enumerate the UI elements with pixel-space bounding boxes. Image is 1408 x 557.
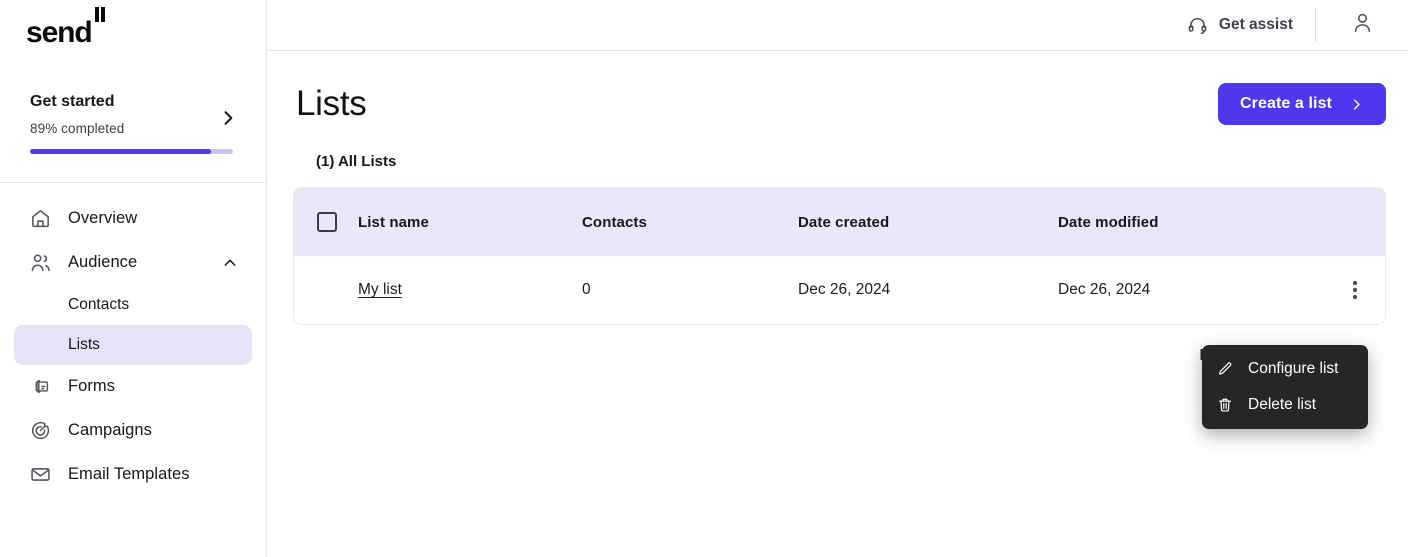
pencil-icon (1215, 360, 1234, 379)
column-header-contacts[interactable]: Contacts (582, 214, 798, 231)
row-actions-cell (1325, 277, 1385, 303)
select-all-cell (294, 212, 358, 232)
sidebar-item-email-templates[interactable]: Email Templates (14, 453, 252, 497)
page-header: Lists Create a list (293, 51, 1386, 131)
row-date-modified-cell: Dec 26, 2024 (1058, 281, 1151, 298)
page-title: Lists (296, 84, 367, 123)
trash-icon (1215, 396, 1234, 415)
lists-table: List name Contacts Date created Date mod… (293, 187, 1386, 325)
sidebar-item-label: Email Templates (68, 465, 190, 484)
sidebar: send Get started 89% completed Overview (0, 0, 267, 557)
logo-bars-icon (93, 7, 105, 37)
form-icon (28, 374, 53, 399)
sidebar-item-label: Audience (68, 253, 138, 272)
all-lists-label: (1) All Lists (316, 153, 397, 170)
avatar[interactable] (1316, 10, 1408, 40)
sidebar-item-label: Campaigns (68, 421, 152, 440)
row-list-name-cell: My list (358, 281, 582, 299)
row-context-menu: Configure list Delete list (1202, 345, 1368, 429)
headset-icon (1187, 15, 1208, 36)
get-assist-label: Get assist (1218, 16, 1293, 33)
sidebar-item-forms[interactable]: Forms (14, 365, 252, 409)
chevron-right-icon[interactable] (218, 108, 238, 128)
table-header-row: List name Contacts Date created Date mod… (294, 188, 1385, 256)
row-contacts-cell: 0 (582, 281, 591, 298)
main-area: Get assist Lists Create a list (1) All L… (267, 0, 1408, 557)
home-icon (28, 206, 53, 231)
app-root: send Get started 89% completed Overview (0, 0, 1408, 557)
page-content: Lists Create a list (1) All Lists List n… (267, 51, 1408, 365)
column-header-date-modified[interactable]: Date modified (1058, 214, 1325, 231)
select-all-checkbox[interactable] (317, 212, 337, 232)
list-name-link[interactable]: My list (358, 281, 402, 298)
sidebar-item-label: Forms (68, 377, 115, 396)
context-menu-item-label: Configure list (1248, 360, 1339, 377)
logo-text: send (26, 16, 93, 49)
get-started-panel[interactable]: Get started 89% completed (0, 64, 266, 154)
sidebar-item-overview[interactable]: Overview (14, 197, 252, 241)
table-row: My list 0 Dec 26, 2024 Dec 26, 2024 (294, 256, 1385, 324)
envelope-icon (28, 462, 53, 487)
topbar: Get assist (267, 0, 1408, 51)
sidebar-item-campaigns[interactable]: Campaigns (14, 409, 252, 453)
sidebar-item-label: Overview (68, 209, 138, 228)
sidebar-item-label: Lists (68, 335, 100, 353)
target-icon (28, 418, 53, 443)
column-header-date-created[interactable]: Date created (798, 214, 1058, 231)
chevron-up-icon[interactable] (222, 255, 238, 271)
column-header-list-name[interactable]: List name (358, 214, 582, 231)
context-menu-item-delete-list[interactable]: Delete list (1202, 387, 1368, 423)
context-menu-item-label: Delete list (1248, 396, 1317, 413)
users-icon (28, 250, 53, 275)
sidebar-item-lists[interactable]: Lists (14, 324, 252, 365)
row-date-created-cell: Dec 26, 2024 (798, 281, 891, 298)
context-menu-item-configure-list[interactable]: Configure list (1202, 351, 1368, 387)
kebab-menu-icon[interactable] (1342, 277, 1368, 303)
sidebar-item-audience[interactable]: Audience (14, 241, 252, 285)
get-started-progress-bar (30, 148, 233, 154)
chevron-right-icon (1349, 97, 1364, 112)
get-assist-button[interactable]: Get assist (1187, 15, 1315, 36)
sidebar-item-label: Contacts (68, 295, 130, 313)
progress-fill (30, 148, 211, 154)
create-a-list-label: Create a list (1239, 95, 1332, 112)
sidebar-nav: Overview Audience Contacts Lists Forms C… (0, 183, 266, 497)
create-a-list-button[interactable]: Create a list (1217, 83, 1386, 125)
logo[interactable]: send (0, 0, 266, 64)
sidebar-item-contacts[interactable]: Contacts (14, 285, 252, 325)
get-started-title: Get started (30, 93, 115, 110)
get-started-progress-label: 89% completed (30, 120, 125, 136)
user-avatar-icon (1350, 10, 1375, 40)
